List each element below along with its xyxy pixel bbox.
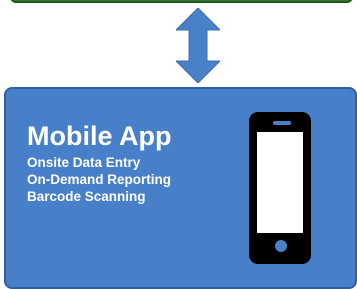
feature-item: Barcode Scanning [27, 189, 146, 204]
feature-list: Onsite Data Entry On-Demand Reporting Ba… [27, 154, 171, 205]
mobile-app-box: Mobile App Onsite Data Entry On-Demand R… [4, 87, 357, 289]
feature-item: On-Demand Reporting [27, 172, 171, 187]
feature-item: Onsite Data Entry [27, 155, 141, 170]
top-system-box [10, 0, 353, 3]
smartphone-icon [248, 111, 312, 265]
mobile-app-title: Mobile App [27, 121, 172, 151]
double-arrow-icon [176, 8, 220, 83]
